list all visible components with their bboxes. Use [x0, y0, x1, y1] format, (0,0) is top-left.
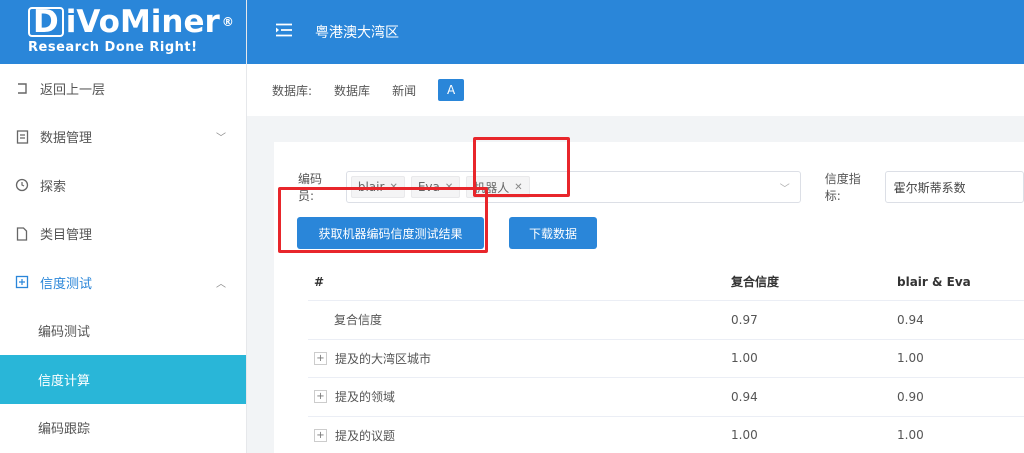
breadcrumb: 数据库: 数据库 新闻 A	[247, 64, 1024, 116]
top-header: 粤港澳大湾区	[247, 0, 1024, 64]
chevron-down-icon: ﹀	[779, 184, 790, 195]
logo-text: iVoMiner	[65, 4, 220, 40]
sidebar-nav: 返回上一层 数据管理 ﹀ 探索 类目管理 信度测试 ︿ 编码测试 信度计算 编码…	[0, 64, 246, 452]
file-icon	[14, 226, 30, 242]
row-label: 复合信度	[334, 313, 383, 328]
logo-reg: ®	[221, 15, 234, 29]
sidebar-item-label: 探索	[40, 179, 67, 195]
sidebar-item-back[interactable]: 返回上一层	[0, 64, 246, 113]
sidebar-item-label: 返回上一层	[40, 82, 106, 98]
sidebar-item-label: 编码跟踪	[38, 422, 91, 438]
sidebar-item-coding-test[interactable]: 编码测试	[0, 307, 246, 356]
cell-composite: 0.94	[731, 389, 758, 404]
sidebar-item-explore[interactable]: 探索	[0, 161, 246, 210]
metric-select[interactable]: 霍尔斯蒂系数	[884, 171, 1024, 203]
breadcrumb-news[interactable]: 新闻	[392, 82, 416, 99]
cell-pair: 1.00	[897, 351, 924, 366]
breadcrumb-label: 数据库:	[272, 83, 313, 98]
cell-pair: 1.00	[897, 428, 924, 443]
column-header: 复合信度	[731, 275, 780, 289]
project-title: 粤港澳大湾区	[315, 25, 399, 41]
table-row: + 提及的领域 0.94 0.90	[308, 378, 1024, 417]
column-header: #	[314, 274, 325, 289]
logo: DiVoMiner ® Research Done Right!	[0, 0, 246, 64]
sidebar: DiVoMiner ® Research Done Right! 返回上一层 数据…	[0, 0, 247, 453]
reliability-icon	[14, 274, 30, 290]
logo-tagline: Research Done Right!	[28, 40, 198, 55]
sidebar-item-coding-tracking[interactable]: 编码跟踪	[0, 404, 246, 453]
cell-composite: 1.00	[731, 428, 758, 443]
row-label: 提及的领域	[335, 390, 396, 405]
logo-d: D	[28, 7, 64, 38]
back-icon	[14, 80, 30, 96]
reliability-table: # 复合信度 blair & Eva 复合信度 0.97 0.94 + 提及的大湾…	[308, 263, 1024, 453]
chevron-down-icon: ﹀	[216, 133, 226, 145]
breadcrumb-badge[interactable]: A	[438, 79, 465, 101]
column-header: blair & Eva	[897, 274, 971, 289]
sidebar-item-reliability-calculation[interactable]: 信度计算	[0, 355, 246, 404]
cell-composite: 0.97	[731, 312, 758, 327]
sidebar-item-label: 类目管理	[40, 228, 93, 244]
row-label: 提及的议题	[335, 428, 396, 443]
download-data-button[interactable]: 下载数据	[509, 217, 597, 249]
expand-icon[interactable]: +	[314, 390, 327, 404]
menu-fold-icon[interactable]	[275, 23, 293, 41]
cell-pair: 0.90	[897, 389, 924, 404]
sidebar-item-category-management[interactable]: 类目管理	[0, 210, 246, 259]
expand-icon[interactable]: +	[314, 428, 327, 442]
metric-value: 霍尔斯蒂系数	[893, 180, 966, 195]
sidebar-item-label: 编码测试	[38, 325, 91, 341]
table-row: + 提及的议题 1.00 1.00	[308, 417, 1024, 453]
sidebar-item-label: 数据管理	[40, 131, 93, 147]
table-row: 复合信度 0.97 0.94	[308, 301, 1024, 340]
cell-composite: 1.00	[731, 351, 758, 366]
cell-pair: 0.94	[897, 312, 924, 327]
logo-brand: DiVoMiner ®	[28, 6, 246, 38]
sidebar-item-reliability-test[interactable]: 信度测试 ︿	[0, 258, 246, 307]
document-icon	[14, 129, 30, 145]
compass-icon	[14, 177, 30, 193]
row-label: 提及的大湾区城市	[335, 351, 432, 366]
table-header: # 复合信度 blair & Eva	[308, 263, 1024, 301]
chevron-up-icon: ︿	[216, 278, 226, 290]
breadcrumb-database[interactable]: 数据库	[334, 82, 370, 99]
expand-icon[interactable]: +	[314, 351, 327, 365]
sidebar-item-label: 信度计算	[38, 373, 91, 389]
metric-label: 信度指标:	[824, 172, 861, 203]
sidebar-item-data-management[interactable]: 数据管理 ﹀	[0, 113, 246, 162]
sidebar-item-label: 信度测试	[40, 276, 93, 292]
annotation-box-get-button	[278, 187, 488, 253]
table-row: + 提及的大湾区城市 1.00 1.00	[308, 340, 1024, 378]
